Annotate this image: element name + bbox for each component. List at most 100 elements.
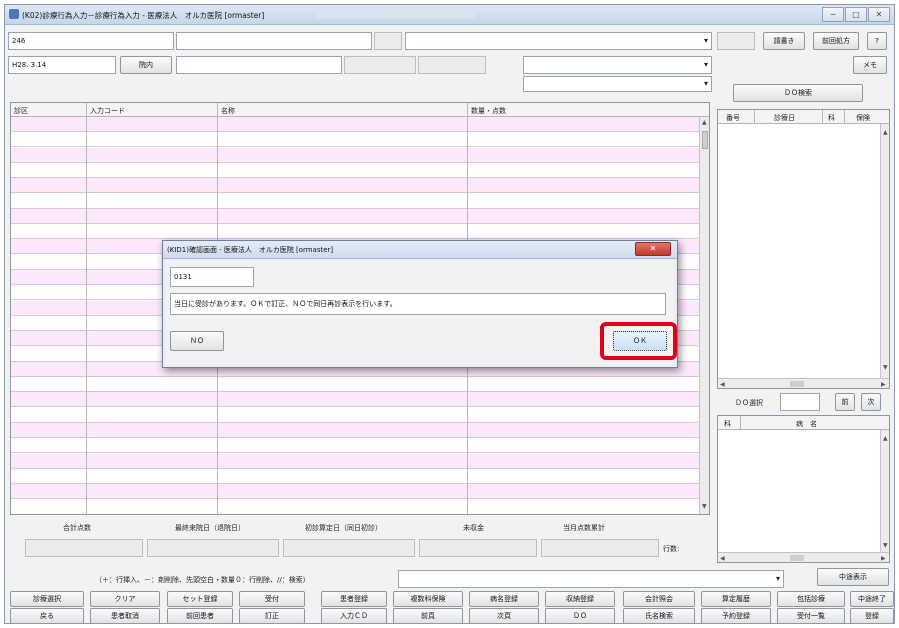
month-total-field (541, 539, 659, 557)
table-row[interactable] (11, 392, 699, 408)
table-row[interactable] (11, 377, 699, 393)
extra-combo[interactable] (523, 76, 712, 92)
table-row[interactable] (11, 408, 699, 423)
fkey-bottom-7-button[interactable]: 次頁 (469, 608, 539, 623)
fkey-top-4-button[interactable]: 受付 (239, 591, 305, 607)
do-next-button[interactable]: 次 (861, 393, 881, 411)
fkey-bottom-9-button[interactable]: 氏名検索 (623, 608, 695, 623)
scroll-left-icon[interactable]: ◀ (720, 555, 725, 562)
do-prev-button[interactable]: 前 (835, 393, 855, 411)
history-divider (844, 110, 845, 124)
col-header-quantity: 数量・点数 (471, 107, 506, 115)
dialog-code-field[interactable]: 0131 (170, 267, 254, 287)
scroll-down-icon[interactable]: ▼ (702, 503, 707, 510)
do-select-field[interactable] (780, 393, 820, 411)
fkey-top-2-button[interactable]: クリア (90, 591, 160, 607)
fkey-top-12-button[interactable]: 中途終了 (850, 591, 894, 607)
disease-col-dept: 科 (724, 420, 731, 428)
date-field[interactable]: H28. 3.14 (8, 56, 116, 74)
table-row[interactable] (11, 469, 699, 484)
table-row[interactable] (11, 423, 699, 438)
history-col-number: 番号 (726, 114, 740, 122)
fkey-top-9-button[interactable]: 会計照会 (623, 591, 695, 607)
fkey-bottom-11-button[interactable]: 受付一覧 (777, 608, 845, 623)
scroll-down-icon[interactable]: ▼ (883, 542, 888, 549)
fkey-bottom-6-button[interactable]: 前頁 (393, 608, 463, 623)
fkey-bottom-10-button[interactable]: 予約登録 (701, 608, 771, 623)
grid-scrollbar[interactable]: ▲ ▼ (699, 117, 709, 514)
scroll-thumb[interactable] (702, 131, 708, 149)
table-row[interactable] (11, 132, 699, 148)
table-row[interactable] (11, 117, 699, 132)
history-panel[interactable]: 番号 診療日 科 保険 ▲ ▼ ◀ ▶ (717, 109, 890, 389)
department-combo[interactable] (523, 56, 712, 74)
patient-name-field[interactable] (176, 32, 372, 50)
table-row[interactable] (11, 224, 699, 240)
table-row[interactable] (11, 500, 699, 514)
fkey-top-1-button[interactable]: 診療選択 (10, 591, 84, 607)
inout-button[interactable]: 院内 (120, 56, 172, 74)
help-button[interactable]: ? (867, 32, 887, 50)
minimize-button[interactable]: ─ (822, 7, 844, 22)
table-row[interactable] (11, 178, 699, 194)
fkey-top-8-button[interactable]: 収納登録 (545, 591, 615, 607)
scroll-up-icon[interactable]: ▲ (883, 435, 888, 442)
patient-id-field[interactable]: 246 (8, 32, 174, 50)
table-row[interactable] (11, 484, 699, 500)
table-row[interactable] (11, 453, 699, 469)
do-search-button[interactable]: ＤＯ検索 (733, 84, 863, 102)
fkey-top-7-button[interactable]: 病名登録 (469, 591, 539, 607)
scroll-thumb[interactable] (790, 381, 804, 387)
table-row[interactable] (11, 194, 699, 209)
hint-text: （＋：行挿入、－：剤削除、先頭空白・数量０：行削除、//：検索） (95, 576, 310, 584)
scroll-right-icon[interactable]: ▶ (881, 555, 886, 562)
insurance-combo[interactable] (405, 32, 712, 50)
close-button[interactable]: ✕ (868, 7, 890, 22)
fkey-bottom-2-button[interactable]: 患者取消 (90, 608, 160, 623)
table-row[interactable] (11, 208, 699, 224)
first-visit-label: 初診算定日（同日初診） (305, 524, 382, 532)
scroll-up-icon[interactable]: ▲ (883, 129, 888, 136)
no-button[interactable]: ＮＯ (170, 331, 224, 351)
dialog-close-button[interactable]: ✕ (635, 242, 671, 256)
fkey-bottom-3-button[interactable]: 前回患者 (167, 608, 233, 623)
first-visit-field (283, 539, 415, 557)
memo-button[interactable]: メモ (853, 56, 887, 74)
scroll-left-icon[interactable]: ◀ (720, 381, 725, 388)
fkey-top-11-button[interactable]: 包括診療 (777, 591, 845, 607)
scroll-down-icon[interactable]: ▼ (883, 364, 888, 371)
fkey-bottom-5-button[interactable]: 入力ＣＤ (321, 608, 387, 623)
scroll-up-icon[interactable]: ▲ (702, 119, 707, 126)
interrupt-display-button[interactable]: 中途表示 (817, 568, 889, 586)
fkey-bottom-4-button[interactable]: 訂正 (239, 608, 305, 623)
info-field (717, 32, 755, 50)
table-row[interactable] (11, 163, 699, 178)
fkey-bottom-1-button[interactable]: 戻る (10, 608, 84, 623)
fkey-top-3-button[interactable]: セット登録 (167, 591, 233, 607)
disease-hscroll[interactable]: ◀ ▶ (718, 552, 889, 562)
history-hscroll[interactable]: ◀ ▶ (718, 378, 889, 388)
table-row[interactable] (11, 438, 699, 454)
history-vscroll[interactable]: ▲ ▼ (880, 124, 889, 378)
history-col-date: 診療日 (774, 114, 795, 122)
fkey-bottom-12-button[interactable]: 登録 (850, 608, 894, 623)
history-col-insurance: 保険 (856, 114, 870, 122)
chart-button[interactable]: 請書き (763, 32, 805, 50)
window-title: (K02)診療行為入力－診療行為入力 - 医療法人 オルカ医院 [ormaste… (22, 11, 265, 20)
prev-prescription-button[interactable]: 前回処方 (813, 32, 859, 50)
scroll-right-icon[interactable]: ▶ (881, 381, 886, 388)
fkey-bottom-8-button[interactable]: ＤＯ (545, 608, 615, 623)
table-row[interactable] (11, 147, 699, 163)
scroll-thumb[interactable] (790, 555, 804, 561)
disease-vscroll[interactable]: ▲ ▼ (880, 430, 889, 552)
receivable-label: 未収金 (463, 524, 484, 532)
gray-field-2 (418, 56, 486, 74)
search-combo[interactable] (398, 570, 784, 588)
doctor-field[interactable] (176, 56, 342, 74)
fkey-top-5-button[interactable]: 患者登録 (321, 591, 387, 607)
disease-panel[interactable]: 科 病 名 ▲ ▼ ◀ ▶ (717, 415, 890, 563)
fkey-top-10-button[interactable]: 算定履歴 (701, 591, 771, 607)
grid-divider (86, 103, 87, 514)
fkey-top-6-button[interactable]: 複数科保険 (393, 591, 463, 607)
maximize-button[interactable]: □ (845, 7, 867, 22)
